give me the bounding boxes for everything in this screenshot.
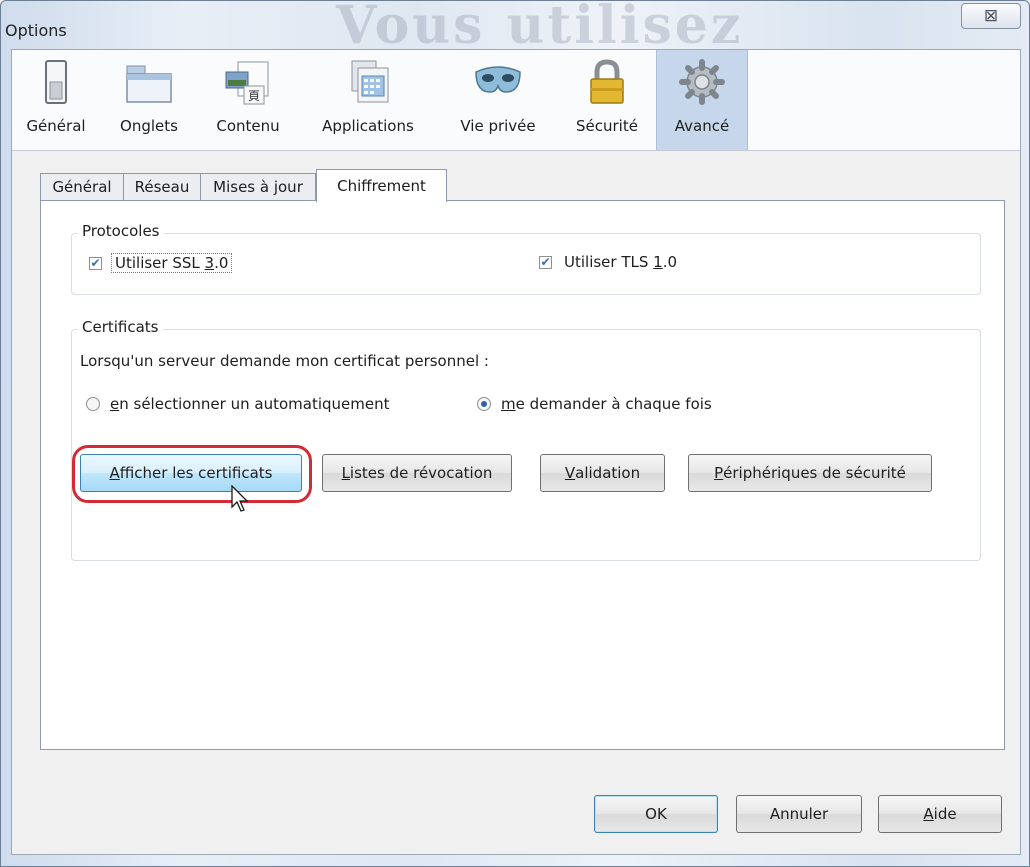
revocation-lists-button[interactable]: Listes de révocation	[322, 454, 512, 492]
subtab-encryption[interactable]: Chiffrement	[316, 169, 447, 202]
certificates-group: Certificats Lorsqu'un serveur demande mo…	[71, 318, 981, 561]
subtab-general[interactable]: Général	[40, 173, 124, 200]
protocols-legend: Protocoles	[78, 222, 164, 240]
privacy-mask-icon	[475, 66, 521, 93]
background-watermark-text: Vous utilisez	[336, 0, 744, 56]
dialog-client-area: Général Onglets 頁 Contenu Applications V…	[11, 49, 1021, 855]
radio-select-automatically-label: en sélectionner un automatiquement	[110, 395, 390, 413]
check-mark-icon: ✔	[539, 255, 552, 269]
encryption-panel: Protocoles ✔ Utiliser SSL 3.0 ✔ Utiliser…	[40, 200, 1005, 750]
security-padlock-icon	[590, 59, 624, 104]
tls-checkbox[interactable]: ✔ Utiliser TLS 1.0	[539, 253, 680, 271]
subtab-network[interactable]: Réseau	[123, 173, 201, 200]
toolbar-advanced[interactable]: Avancé	[656, 50, 748, 150]
protocols-group: Protocoles ✔ Utiliser SSL 3.0 ✔ Utiliser…	[71, 222, 981, 295]
radio-select-automatically[interactable]: en sélectionner un automatiquement	[86, 395, 389, 413]
cancel-button[interactable]: Annuler	[736, 795, 862, 833]
ssl-checkbox-label: Utiliser SSL 3.0	[111, 253, 233, 273]
ssl-checkbox[interactable]: ✔ Utiliser SSL 3.0	[89, 253, 233, 273]
radio-off-icon	[86, 397, 100, 411]
toolbar-applications[interactable]: Applications	[298, 50, 438, 150]
validation-button[interactable]: Validation	[540, 454, 665, 492]
advanced-gear-icon	[679, 59, 725, 105]
title-bar[interactable]: Vous utilisez Options ⊠	[1, 1, 1029, 56]
toolbar-security[interactable]: Sécurité	[558, 50, 656, 150]
subtab-updates[interactable]: Mises à jour	[200, 173, 316, 200]
toolbar-general[interactable]: Général	[12, 50, 100, 150]
options-window: Vous utilisez Options ⊠ Général Onglets …	[0, 0, 1030, 867]
certificate-prompt: Lorsqu'un serveur demande mon certificat…	[80, 352, 489, 370]
close-icon: ⊠	[983, 6, 999, 26]
applications-calendar-icon	[351, 60, 389, 103]
svg-text:頁: 頁	[248, 89, 260, 103]
close-button[interactable]: ⊠	[961, 3, 1021, 29]
window-title: Options	[5, 21, 67, 40]
ok-button[interactable]: OK	[594, 795, 718, 833]
highlight-annotation	[72, 445, 312, 503]
tls-checkbox-label: Utiliser TLS 1.0	[564, 253, 678, 271]
content-page-icon: 頁	[225, 61, 269, 105]
toolbar-content[interactable]: 頁 Contenu	[198, 50, 298, 150]
check-mark-icon: ✔	[89, 256, 102, 270]
tabs-window-icon	[126, 65, 172, 103]
certificates-legend: Certificats	[78, 318, 163, 336]
help-button[interactable]: Aide	[878, 795, 1002, 833]
toolbar-privacy[interactable]: Vie privée	[438, 50, 558, 150]
toolbar-tabs[interactable]: Onglets	[100, 50, 198, 150]
security-devices-button[interactable]: Périphériques de sécurité	[688, 454, 932, 492]
radio-on-icon	[477, 397, 491, 411]
radio-ask-every-time[interactable]: me demander à chaque fois	[477, 395, 712, 413]
mouse-cursor-icon	[231, 485, 249, 512]
radio-ask-every-time-label: me demander à chaque fois	[501, 395, 712, 413]
category-toolbar: Général Onglets 頁 Contenu Applications V…	[12, 50, 1020, 151]
general-switch-icon	[45, 60, 67, 104]
